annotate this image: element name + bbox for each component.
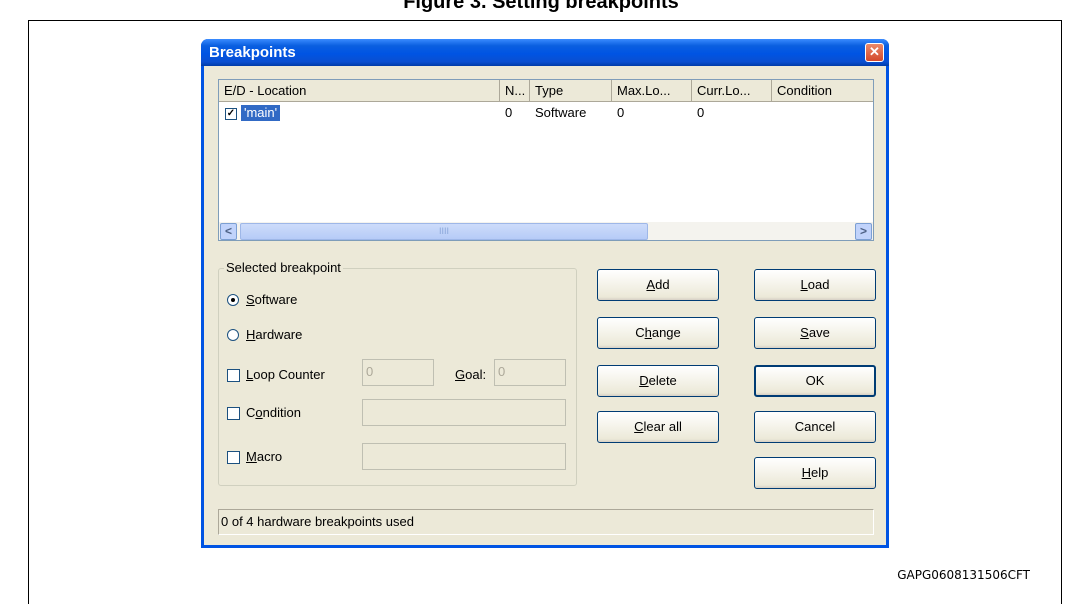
hardware-radio[interactable]: Hardware (227, 326, 347, 344)
macro-label: Macro (246, 449, 283, 464)
radio-software-indicator[interactable] (227, 294, 239, 306)
scroll-right-icon[interactable]: > (855, 223, 872, 240)
software-label: Software (246, 292, 298, 307)
breakpoint-list[interactable]: E/D - Location N... Type Max.Lo... Curr.… (218, 79, 874, 241)
loop-counter-field[interactable]: 0 (362, 359, 434, 386)
save-button[interactable]: Save (754, 317, 876, 349)
ok-button[interactable]: OK (754, 365, 876, 397)
row-location: 'main' (241, 105, 281, 121)
row-curr-loop: 0 (697, 105, 705, 120)
condition-box[interactable] (227, 407, 240, 420)
macro-field[interactable] (362, 443, 566, 470)
column-header-n[interactable]: N... (500, 80, 530, 102)
column-header-location[interactable]: E/D - Location (219, 80, 500, 102)
loop-counter-box[interactable] (227, 369, 240, 382)
enable-checkbox[interactable]: ✓ (225, 108, 237, 120)
status-bar: 0 of 4 hardware breakpoints used (218, 509, 874, 535)
horizontal-scrollbar[interactable]: < IIII > (219, 222, 873, 240)
help-button[interactable]: Help (754, 457, 876, 489)
scroll-thumb[interactable]: IIII (240, 223, 648, 240)
macro-checkbox[interactable]: Macro (227, 448, 357, 466)
page-title: Figure 3. Setting breakpoints (403, 0, 679, 13)
load-button[interactable]: Load (754, 269, 876, 301)
selected-breakpoint-group: Selected breakpoint Software Hardware Lo… (218, 260, 577, 486)
row-max-loop: 0 (617, 105, 625, 120)
breakpoints-dialog: Breakpoints ✕ E/D - Location N... Type M… (201, 39, 889, 548)
column-header-type[interactable]: Type (530, 80, 612, 102)
change-button[interactable]: Change (597, 317, 719, 349)
software-radio[interactable]: Software (227, 291, 347, 309)
loop-counter-label: Loop Counter (246, 367, 325, 382)
row-type: Software (535, 105, 587, 120)
add-button[interactable]: Add (597, 269, 719, 301)
goal-field[interactable]: 0 (494, 359, 566, 386)
condition-checkbox[interactable]: Condition (227, 404, 357, 422)
figure-id: GAPG0608131506CFT (897, 568, 1030, 582)
table-row[interactable]: ✓ 'main' 0 Software 0 0 (219, 103, 873, 123)
row-condition (772, 103, 872, 123)
dialog-titlebar[interactable]: Breakpoints ✕ (201, 39, 889, 66)
hardware-label: Hardware (246, 327, 303, 342)
list-header: E/D - Location N... Type Max.Lo... Curr.… (219, 80, 873, 102)
column-header-curr-loop[interactable]: Curr.Lo... (692, 80, 772, 102)
row-n: 0 (505, 105, 513, 120)
clear-all-button[interactable]: Clear all (597, 411, 719, 443)
column-header-max-loop[interactable]: Max.Lo... (612, 80, 692, 102)
condition-label: Condition (246, 405, 301, 420)
dialog-title: Breakpoints (209, 44, 296, 61)
macro-box[interactable] (227, 451, 240, 464)
delete-button[interactable]: Delete (597, 365, 719, 397)
group-label: Selected breakpoint (224, 260, 343, 275)
loop-counter-checkbox[interactable]: Loop Counter (227, 366, 357, 384)
column-header-condition[interactable]: Condition (772, 80, 873, 102)
condition-field[interactable] (362, 399, 566, 426)
scroll-left-icon[interactable]: < (220, 223, 237, 240)
radio-hardware-indicator[interactable] (227, 329, 239, 341)
close-icon[interactable]: ✕ (865, 43, 884, 62)
cancel-button[interactable]: Cancel (754, 411, 876, 443)
goal-label: Goal: (455, 367, 487, 382)
